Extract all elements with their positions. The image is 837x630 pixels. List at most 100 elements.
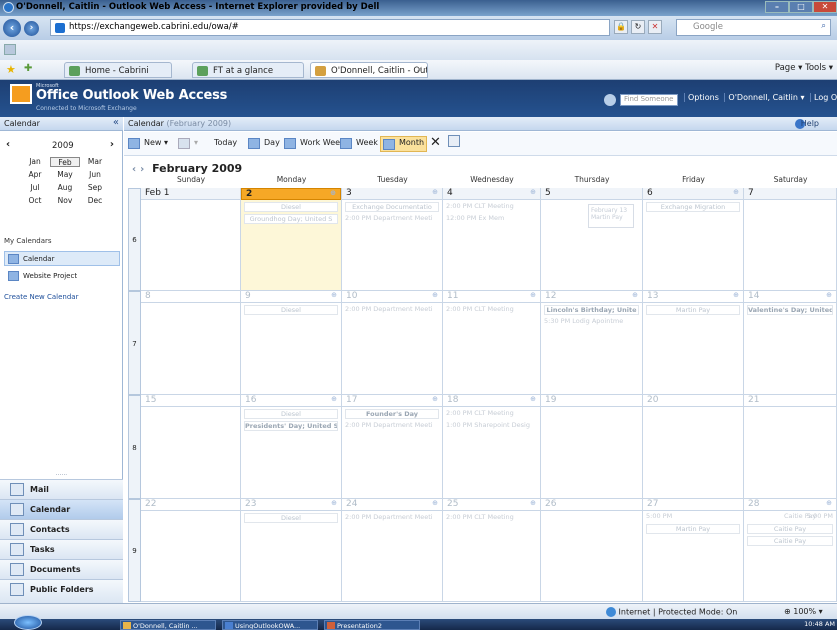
week-number[interactable]: 7 (128, 291, 141, 395)
event[interactable]: Valentine's Day; United S (747, 305, 833, 315)
add-favorites-icon[interactable]: ✚ (24, 63, 32, 74)
event[interactable]: 2:00 PM CLT Meeting (446, 409, 537, 419)
help-link[interactable]: Help (801, 119, 819, 128)
add-event-icon[interactable]: ⊕ (330, 189, 336, 197)
event[interactable]: 2:00 PM CLT Meeting (446, 305, 537, 315)
back-button[interactable]: ‹ (3, 19, 21, 37)
month-dec[interactable]: Dec (80, 196, 110, 206)
month-feb[interactable]: Feb (50, 157, 80, 167)
event-time[interactable]: 5:00 PM (803, 512, 833, 522)
day-cell-today[interactable]: 2 ⊕ Diesel Groundhog Day; United S (241, 188, 342, 291)
add-event-icon[interactable]: ⊕ (733, 291, 739, 299)
day-cell[interactable]: 27 5:00 PM Martin Pay (643, 499, 744, 602)
address-book-icon[interactable] (604, 94, 616, 106)
month-mar[interactable]: Mar (80, 157, 110, 167)
minimize-button[interactable]: – (765, 1, 789, 13)
day-view-button[interactable]: Day (248, 138, 280, 152)
event[interactable]: Diesel (244, 409, 338, 419)
day-cell[interactable]: 21 (744, 395, 837, 499)
day-cell[interactable]: 13 ⊕ Martin Pay (643, 291, 744, 395)
nav-splitter[interactable]: ...... (0, 471, 123, 478)
nav-contacts[interactable]: Contacts (0, 519, 123, 539)
delete-icon[interactable]: ✕ (430, 135, 441, 150)
collapse-icon[interactable]: « (113, 117, 119, 128)
tools-icon[interactable] (4, 44, 16, 55)
month-jan[interactable]: Jan (20, 157, 50, 167)
options-link[interactable]: Options (684, 93, 722, 102)
work-week-view-button[interactable]: Work Week (284, 138, 345, 152)
tab-owa[interactable]: O'Donnell, Caitlin - Out... × (310, 62, 428, 78)
event[interactable]: Lincoln's Birthday; Unite (544, 305, 639, 315)
week-view-button[interactable]: Week (340, 138, 378, 152)
day-cell[interactable]: 11 ⊕ 2:00 PM CLT Meeting (443, 291, 541, 395)
month-sep[interactable]: Sep (80, 183, 110, 193)
add-event-icon[interactable]: ⊕ (432, 188, 438, 196)
month-oct[interactable]: Oct (20, 196, 50, 206)
taskbar-item-word[interactable]: UsingOutlookOWA... (222, 620, 318, 630)
event[interactable]: Diesel (244, 305, 338, 315)
month-aug[interactable]: Aug (50, 183, 80, 193)
nav-mail[interactable]: Mail (0, 479, 123, 499)
start-button[interactable] (14, 615, 42, 630)
event[interactable]: Exchange Migration (646, 202, 740, 212)
week-number[interactable]: 9 (128, 499, 141, 602)
event[interactable]: Martin Pay (646, 524, 740, 534)
event[interactable]: 5:30 PM Lodig Apointme (544, 317, 639, 327)
print-icon[interactable] (448, 135, 460, 147)
month-view-button[interactable]: Month (380, 136, 428, 152)
add-event-icon[interactable]: ⊕ (432, 395, 438, 403)
day-cell[interactable]: 19 (541, 395, 643, 499)
forward-button[interactable]: › (24, 21, 39, 36)
event[interactable]: Caitie Pay (747, 524, 833, 534)
event[interactable]: Founder's Day (345, 409, 439, 419)
day-cell[interactable]: 10 ⊕ 2:00 PM Department Meeti (342, 291, 443, 395)
add-event-icon[interactable]: ⊕ (331, 395, 337, 403)
tab-ft-at-a-glance[interactable]: FT at a glance (192, 62, 304, 78)
view-options-button[interactable]: ▾ (178, 138, 198, 152)
clock[interactable]: 10:48 AM (804, 620, 835, 628)
month-nov[interactable]: Nov (50, 196, 80, 206)
add-event-icon[interactable]: ⊕ (530, 499, 536, 507)
add-event-icon[interactable]: ⊕ (331, 499, 337, 507)
calendar-item-calendar[interactable]: Calendar (4, 251, 120, 266)
event[interactable]: 2:00 PM CLT Meeting (446, 513, 537, 523)
nav-calendar[interactable]: Calendar (0, 499, 123, 519)
event[interactable]: Martin Pay (646, 305, 740, 315)
find-someone-input[interactable]: Find Someone (620, 94, 678, 106)
nav-tasks[interactable]: Tasks (0, 539, 123, 559)
logoff-link[interactable]: Log O (810, 93, 837, 102)
month-apr[interactable]: Apr (20, 170, 50, 180)
month-may[interactable]: May (50, 170, 80, 180)
event[interactable]: Diesel (244, 513, 338, 523)
url-input[interactable]: https://exchangeweb.cabrini.edu/owa/# (50, 19, 610, 36)
month-jul[interactable]: Jul (20, 183, 50, 193)
add-event-icon[interactable]: ⊕ (530, 188, 536, 196)
calendar-item-website-project[interactable]: Website Project (4, 268, 120, 283)
event[interactable]: 12:00 PM Ex Mem (446, 214, 537, 224)
zoom-level[interactable]: ⊕ 100% ▾ (784, 607, 823, 616)
tab-home-cabrini[interactable]: Home - Cabrini (64, 62, 172, 78)
month-jun[interactable]: Jun (80, 170, 110, 180)
maximize-button[interactable]: □ (789, 1, 813, 13)
refresh-icon[interactable]: ↻ (631, 20, 645, 34)
next-year-button[interactable]: › (110, 139, 114, 150)
event[interactable]: Groundhog Day; United S (244, 214, 338, 224)
search-input[interactable]: Google ⌕ (676, 19, 831, 36)
event[interactable]: Presidents' Day; United S (244, 421, 338, 431)
nav-documents[interactable]: Documents (0, 559, 123, 579)
add-event-icon[interactable]: ⊕ (826, 291, 832, 299)
day-cell[interactable]: 28 ⊕ Caitie Pay 5:00 PM Caitie Pay Caitie… (744, 499, 837, 602)
user-menu[interactable]: O'Donnell, Caitlin ▾ (724, 93, 808, 102)
search-icon[interactable]: ⌕ (821, 21, 826, 31)
day-cell[interactable]: 20 (643, 395, 744, 499)
day-cell[interactable]: 4 ⊕ 2:00 PM CLT Meeting 12:00 PM Ex Mem (443, 188, 541, 291)
close-button[interactable]: ✕ (813, 1, 837, 13)
page-tools-menu[interactable]: Page ▾ Tools ▾ (775, 63, 833, 73)
add-event-icon[interactable]: ⊕ (632, 291, 638, 299)
event[interactable]: Exchange Documentatio (345, 202, 439, 212)
day-cell[interactable]: 6 ⊕ Exchange Migration (643, 188, 744, 291)
new-button[interactable]: New ▾ (128, 138, 168, 152)
day-cell[interactable]: 16 ⊕ Diesel Presidents' Day; United S (241, 395, 342, 499)
event[interactable]: 2:00 PM Department Meeti (345, 305, 439, 315)
day-cell[interactable]: 25 ⊕ 2:00 PM CLT Meeting (443, 499, 541, 602)
